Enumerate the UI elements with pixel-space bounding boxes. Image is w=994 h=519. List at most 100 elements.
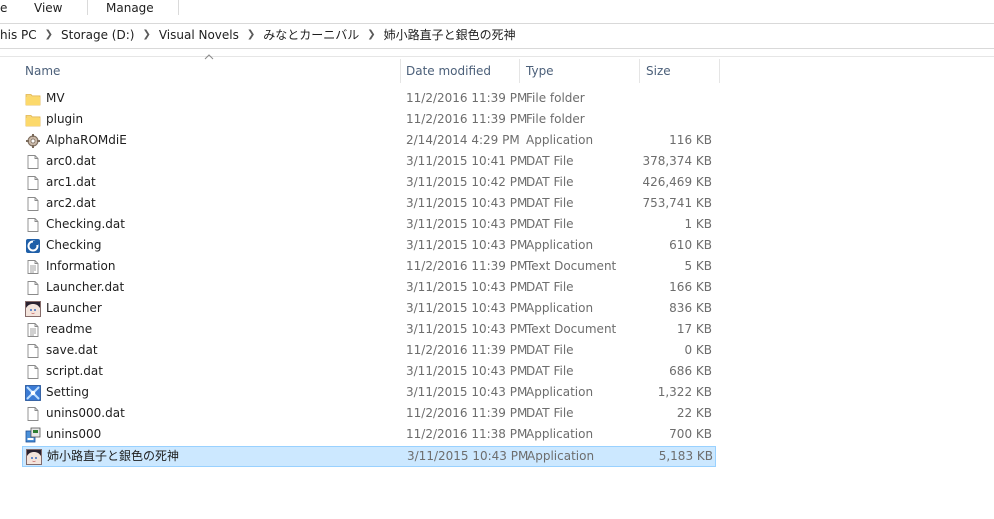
column-resize-handle[interactable] [400,59,401,83]
file-date-modified: 3/11/2015 10:43 PM [406,196,528,210]
file-size: 700 KB [669,427,712,441]
file-date-modified: 3/11/2015 10:43 PM [406,217,528,231]
file-name: Setting [46,385,89,399]
file-row[interactable]: AlphaROMdiE 2/14/2014 4:29 PM Application 1… [22,131,716,152]
file-type: File folder [526,112,585,126]
file-name: Information [46,259,116,273]
file-name: unins000.dat [46,406,125,420]
file-date-modified: 11/2/2016 11:38 PM [406,427,528,441]
file-date-modified: 3/11/2015 10:43 PM [406,364,528,378]
column-header-size[interactable]: Size [646,57,671,85]
ribbon-tab-manage[interactable]: Manage [106,1,154,17]
file-name: Launcher.dat [46,280,125,294]
ribbon-separator [87,0,88,15]
ribbon-tab-view[interactable]: View [34,1,62,17]
file-name: Checking [46,238,102,252]
column-header-type[interactable]: Type [526,57,554,85]
file-size: 5,183 KB [658,449,713,463]
file-size [642,89,712,108]
file-row[interactable]: MV 11/2/2016 11:39 PM File folder [22,89,716,110]
breadcrumb-minato-carnival[interactable]: みなとカーニバル [263,27,359,43]
file-row[interactable]: Checking.dat 3/11/2015 10:43 PM DAT File 1 … [22,215,716,236]
file-date-modified: 11/2/2016 11:39 PM [406,112,528,126]
file-row[interactable]: arc1.dat 3/11/2015 10:42 PM DAT File 426,46… [22,173,716,194]
file-name: save.dat [46,343,98,357]
breadcrumb: his PC ❯ Storage (D:) ❯ Visual Novels ❯ … [0,27,516,43]
blank-file-icon [25,364,41,380]
file-row[interactable]: Launcher 3/11/2015 10:43 PM Application 836… [22,299,716,320]
file-type: DAT File [526,406,574,420]
file-row[interactable]: Checking 3/11/2015 10:43 PM Application 610… [22,236,716,257]
file-size: 686 KB [669,364,712,378]
file-type: Application [526,427,594,441]
file-name: script.dat [46,364,103,378]
file-date-modified: 11/2/2016 11:39 PM [406,91,528,105]
settings-app-icon [25,385,41,401]
file-row[interactable]: arc0.dat 3/11/2015 10:41 PM DAT File 378,37… [22,152,716,173]
gear-app-icon [25,133,41,149]
file-name: AlphaROMdiE [46,133,127,147]
file-type: Application [526,238,594,252]
file-name: unins000 [46,427,102,441]
file-row[interactable]: save.dat 11/2/2016 11:39 PM DAT File 0 KB [22,341,716,362]
file-row[interactable]: 姉小路直子と銀色の死神 3/11/2015 10:43 PM Application… [22,446,716,467]
file-name: plugin [46,112,84,126]
file-date-modified: 11/2/2016 11:39 PM [406,259,528,273]
uninstaller-icon [25,427,41,443]
file-type: Application [527,449,595,463]
file-type: DAT File [526,196,574,210]
column-header-row: Name Date modified Type Size [0,57,994,85]
file-type: DAT File [526,343,574,357]
breadcrumb-current-folder[interactable]: 姉小路直子と銀色の死神 [384,27,516,43]
chevron-right-icon[interactable]: ❯ [367,27,375,43]
file-type: Application [526,385,594,399]
column-resize-handle[interactable] [719,59,720,83]
character-app-icon [25,301,41,317]
file-type: DAT File [526,217,574,231]
column-header-name[interactable]: Name [25,57,60,85]
column-resize-handle[interactable] [639,59,640,83]
file-row[interactable]: unins000 11/2/2016 11:38 PM Application 700… [22,425,716,446]
file-name: readme [46,322,93,336]
character-app-icon [26,449,42,465]
file-size: 378,374 KB [642,154,712,168]
blank-file-icon [25,154,41,170]
chevron-right-icon[interactable]: ❯ [247,27,255,43]
breadcrumb-this-pc[interactable]: his PC [0,27,37,43]
file-type: Application [526,301,594,315]
file-row[interactable]: Launcher.dat 3/11/2015 10:43 PM DAT File 16… [22,278,716,299]
file-size: 22 KB [676,406,712,420]
chevron-right-icon[interactable]: ❯ [142,27,150,43]
file-type: DAT File [526,154,574,168]
file-name: arc2.dat [46,196,96,210]
file-type: File folder [526,91,585,105]
file-size: 5 KB [684,259,712,273]
file-row[interactable]: Information 11/2/2016 11:39 PM Text Docume… [22,257,716,278]
file-date-modified: 3/11/2015 10:42 PM [406,175,528,189]
file-date-modified: 3/11/2015 10:43 PM [406,385,528,399]
file-row[interactable]: script.dat 3/11/2015 10:43 PM DAT File 686 … [22,362,716,383]
breadcrumb-visual-novels[interactable]: Visual Novels [159,27,239,43]
file-date-modified: 3/11/2015 10:41 PM [406,154,528,168]
column-resize-handle[interactable] [519,59,520,83]
file-date-modified: 3/11/2015 10:43 PM [406,280,528,294]
file-name: Checking.dat [46,217,125,231]
chevron-right-icon[interactable]: ❯ [45,27,53,43]
file-date-modified: 11/2/2016 11:39 PM [406,406,528,420]
ribbon-tabs: e View Manage [0,0,994,20]
file-size: 836 KB [669,301,712,315]
file-type: Application [526,133,594,147]
text-document-icon [25,322,41,338]
file-row[interactable]: unins000.dat 11/2/2016 11:39 PM DAT File 22… [22,404,716,425]
breadcrumb-storage-d[interactable]: Storage (D:) [61,27,134,43]
file-type: DAT File [526,280,574,294]
file-row[interactable]: Setting 3/11/2015 10:43 PM Application 1,32… [22,383,716,404]
file-row[interactable]: plugin 11/2/2016 11:39 PM File folder [22,110,716,131]
column-header-date-modified[interactable]: Date modified [406,57,491,85]
file-row[interactable]: readme 3/11/2015 10:43 PM Text Document 17 … [22,320,716,341]
file-size: 426,469 KB [642,175,712,189]
checking-app-icon [25,238,41,254]
ribbon-tab-share[interactable]: e [0,1,7,17]
file-row[interactable]: arc2.dat 3/11/2015 10:43 PM DAT File 753,74… [22,194,716,215]
file-date-modified: 3/11/2015 10:43 PM [406,301,528,315]
